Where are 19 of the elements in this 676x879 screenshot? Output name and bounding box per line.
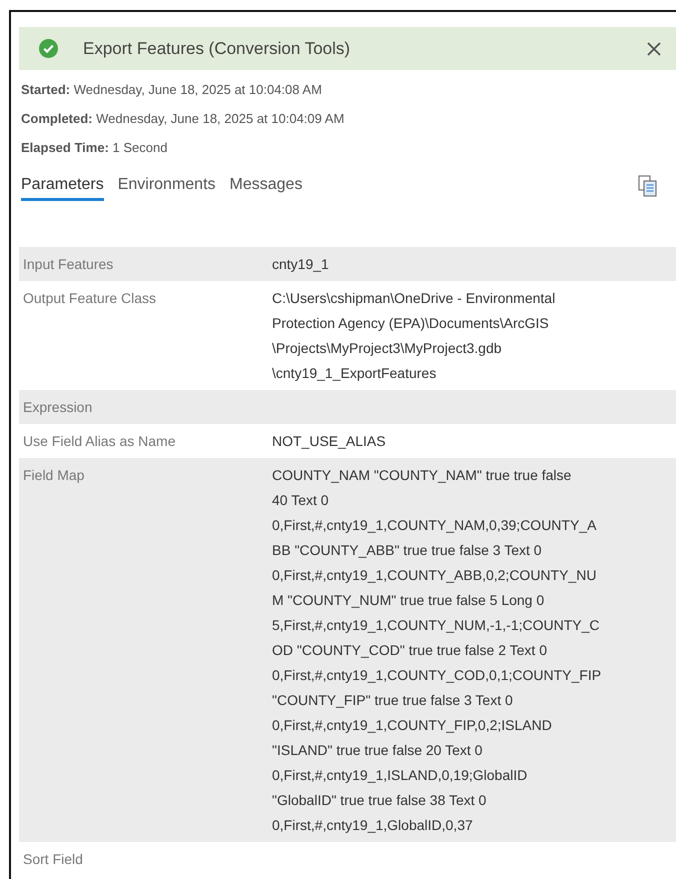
run-info-text: Completed: Wednesday, June 18, 2025 at 10:04:09 AM [21,111,346,126]
parameter-value: NOT_USE_ALIAS [267,424,676,458]
tab[interactable]: Messages [230,175,302,201]
run-info-text: Started: Wednesday, June 18, 2025 at 10:04:08 AM [21,82,323,97]
parameter-name: Output Feature Class [19,281,267,390]
tool-title: Export Features (Conversion Tools) [83,38,352,58]
tab[interactable]: Environments [118,175,216,201]
copy-icon[interactable] [638,175,658,197]
parameter-name: Expression [19,390,267,424]
close-icon[interactable] [646,40,662,56]
parameter-value: C:\Users\cshipman\OneDrive - Environmental Protection Agency (EPA)\Documents\ArcGIS \Projects\MyProject3\MyProject3.gdb \cnty19_1_ExportFeatures [267,281,676,390]
parameter-value: cnty19_1 [267,247,676,281]
run-info-text: Elapsed Time: 1 Second [21,140,168,155]
parameter-name: Sort Field [19,842,267,876]
parameter-value: COUNTY_NAM "COUNTY_NAM" true true false 40 Text 0 0,First,#,cnty19_1,COUNTY_NAM,0,39;COUNTY_A BB "COUNTY_ABB" true true false 3 Text 0 0,First,#,cnty19_1,COUNTY_ABB,0,2;COUNTY_NU M "COUNTY_NUM" true true false 5 Long 0 5,First,#,cnty19_1,COUNTY_NUM,-1,-1;COUNTY_C OD "COUNTY_COD" true true false 2 Text 0 0,First,#,cnty19_1,COUNTY_COD,0,1;COUNTY_FIP "COUNTY_FIP" true true false 3 Text 0 0,First,#,cnty19_1,COUNTY_FIP,0,2;ISLAND "ISLAND" true true false 20 Text 0 0,First,#,cnty19_1,ISLAND,0,19;GlobalID "GlobalID" true true false 38 Text 0 0,First,#,cnty19_1,GlobalID,0,37 [267,458,676,842]
parameter-name: Input Features [19,247,267,281]
parameter-name: Use Field Alias as Name [19,424,267,458]
parameter-name: Field Map [19,458,267,842]
tab[interactable]: Parameters [21,175,104,201]
